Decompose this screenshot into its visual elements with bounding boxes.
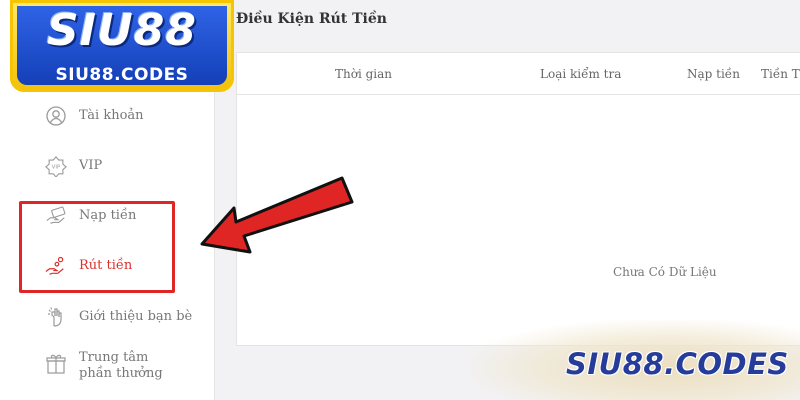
sidebar-item-label: Giới thiệu bạn bè <box>79 309 193 324</box>
invite-hand-icon <box>45 306 67 328</box>
sidebar-item-label: Tài khoản <box>79 108 144 123</box>
logo-main-text: SIU88 <box>46 5 198 56</box>
table-header: Thời gian Loại kiểm tra Nạp tiền Tiền Th… <box>237 53 800 95</box>
sidebar-item-referral[interactable]: Giới thiệu bạn bè <box>45 302 192 332</box>
user-circle-icon <box>45 105 67 127</box>
column-header-deposit: Nạp tiền <box>687 67 740 81</box>
sidebar-item-rewards[interactable]: Trung tâm phần thưởng <box>45 350 179 390</box>
brand-logo: SIU88 SIU88.CODES <box>10 0 234 92</box>
pointer-arrow <box>200 176 354 254</box>
page-title: Điều Kiện Rút Tiền <box>236 11 387 27</box>
vip-badge-icon: VIP <box>45 155 67 177</box>
sidebar-item-vip[interactable]: VIP VIP <box>45 151 102 181</box>
watermark-text: SIU88.CODES <box>566 347 789 381</box>
column-header-check-type: Loại kiểm tra <box>540 67 622 81</box>
gift-icon <box>45 353 67 375</box>
sidebar-item-label: Trung tâm phần thưởng <box>79 350 163 381</box>
column-header-amount: Tiền Thư <box>761 67 800 81</box>
sidebar-item-label: VIP <box>79 158 103 173</box>
empty-state-text: Chưa Có Dữ Liệu <box>613 265 717 279</box>
highlight-box <box>19 201 175 293</box>
sidebar-item-account[interactable]: Tài khoản <box>45 101 144 131</box>
svg-text:VIP: VIP <box>52 165 61 171</box>
column-header-time: Thời gian <box>335 67 393 81</box>
logo-sub-text: SIU88.CODES <box>55 65 189 85</box>
